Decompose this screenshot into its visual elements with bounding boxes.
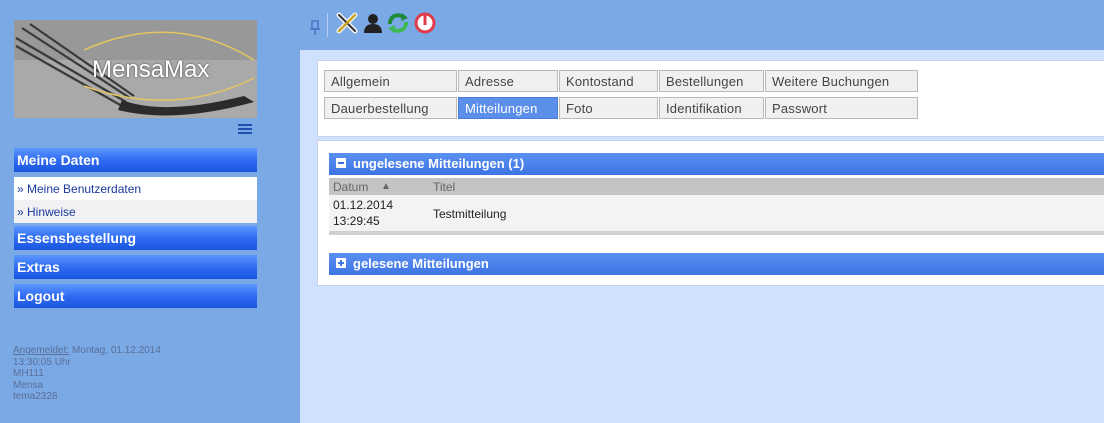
tab-dauerbestellung[interactable]: Dauerbestellung: [324, 97, 457, 119]
nav-essensbestellung[interactable]: Essensbestellung: [14, 226, 257, 250]
nav-meine-daten[interactable]: Meine Daten: [14, 148, 257, 172]
collapse-icon[interactable]: [336, 158, 346, 168]
tab-weitere-buchungen[interactable]: Weitere Buchungen: [765, 70, 918, 92]
messages-table-header: Datum ▲ Titel: [329, 178, 1104, 195]
message-time: 13:29:45: [333, 214, 380, 228]
tools-icon[interactable]: [336, 12, 358, 34]
menu-toggle-icon[interactable]: [238, 124, 252, 135]
table-divider: [329, 231, 1104, 235]
tab-kontostand[interactable]: Kontostand: [559, 70, 658, 92]
sort-ascending-icon[interactable]: ▲: [381, 181, 391, 192]
table-row[interactable]: 01.12.2014 13:29:45 Testmitteilung: [329, 195, 1104, 231]
pin-icon[interactable]: [310, 20, 320, 36]
tab-foto[interactable]: Foto: [559, 97, 658, 119]
facility-name: Mensa: [13, 379, 44, 391]
tab-passwort[interactable]: Passwort: [765, 97, 918, 119]
login-date: Montag, 01.12.2014: [71, 345, 161, 356]
nav-item-meine-benutzerdaten[interactable]: » Meine Benutzerdaten: [14, 177, 257, 200]
tab-mitteilungen[interactable]: Mitteilungen: [458, 97, 558, 119]
expand-icon[interactable]: [336, 258, 346, 268]
mensamax-logo[interactable]: MensaMax: [14, 20, 257, 118]
message-date: 01.12.2014: [333, 198, 394, 212]
sidebar: MensaMax Meine Daten » Meine Benutzerdat…: [0, 0, 300, 423]
tab-adresse[interactable]: Adresse: [458, 70, 558, 92]
session-info: Angemeldet: Montag, 01.12.2014 13:30:05 …: [13, 345, 253, 403]
login-label: Angemeldet:: [13, 345, 70, 356]
nav-submenu: » Meine Benutzerdaten » Hinweise: [14, 177, 257, 223]
column-titel[interactable]: Titel: [433, 180, 455, 194]
tab-identifikation[interactable]: Identifikation: [659, 97, 764, 119]
column-datum[interactable]: Datum: [333, 180, 368, 194]
main-content: Allgemein Adresse Kontostand Bestellunge…: [300, 50, 1104, 423]
toolbar-divider: [327, 13, 328, 37]
messages-panel: ungelesene Mitteilungen (1) Datum ▲ Tite…: [317, 140, 1104, 286]
unread-messages-title: ungelesene Mitteilungen (1): [353, 156, 525, 171]
user-id: MH111: [13, 368, 44, 379]
read-messages-title: gelesene Mitteilungen: [353, 256, 489, 271]
tab-bestellungen[interactable]: Bestellungen: [659, 70, 764, 92]
nav-logout[interactable]: Logout: [14, 284, 257, 308]
nav-extras[interactable]: Extras: [14, 255, 257, 279]
nav-item-hinweise[interactable]: » Hinweise: [14, 200, 257, 223]
unread-messages-header[interactable]: ungelesene Mitteilungen (1): [329, 153, 1104, 175]
tab-allgemein[interactable]: Allgemein: [324, 70, 457, 92]
logo-text: MensaMax: [92, 56, 210, 83]
user-icon[interactable]: [362, 12, 384, 34]
refresh-icon[interactable]: [386, 12, 410, 34]
toolbar: [300, 0, 1104, 50]
account-name: tema2328: [13, 391, 58, 402]
power-icon[interactable]: [414, 12, 436, 34]
message-title: Testmitteilung: [433, 207, 507, 221]
login-time: 13:30:05 Uhr: [13, 356, 71, 368]
tab-panel: Allgemein Adresse Kontostand Bestellunge…: [317, 60, 1104, 137]
read-messages-header[interactable]: gelesene Mitteilungen: [329, 253, 1104, 275]
